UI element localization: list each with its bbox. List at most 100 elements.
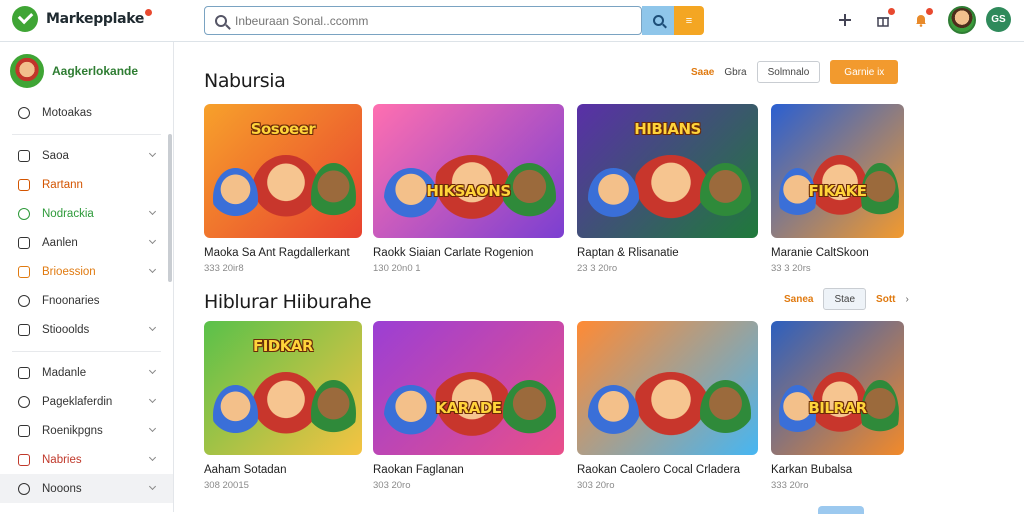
doc-icon xyxy=(18,323,30,336)
game-card[interactable]: HIBIANS Raptan & Rlisanatie 23 3 20ro xyxy=(577,104,758,274)
sidebar-item-11[interactable]: Nabries xyxy=(0,445,173,474)
chevron-down-icon xyxy=(148,482,157,491)
search-icon xyxy=(215,14,227,27)
search-input[interactable] xyxy=(235,13,615,28)
section-2-next-icon[interactable]: › xyxy=(906,294,909,305)
game-meta: 130 20n0 1 xyxy=(373,263,421,274)
sidebar-item-4[interactable]: Aanlen xyxy=(0,228,173,257)
sidebar: Aagkerlokande Motoakas Saoa Rartann Nodrack… xyxy=(0,42,174,512)
character-art xyxy=(213,168,258,229)
top-bar: Markepplake ≡ GS xyxy=(0,0,1024,42)
character-art xyxy=(587,385,639,446)
sidebar-item-8[interactable]: Madanle xyxy=(0,358,173,387)
character-art xyxy=(311,379,356,447)
logo-check-icon xyxy=(12,6,38,32)
game-card[interactable]: Sosoeer Maoka Sa Ant Ragdallerkant 333 20i… xyxy=(204,104,362,274)
game-card[interactable]: KARADE Raokan Faglanan 303 20ro xyxy=(373,321,564,491)
game-title[interactable]: Karkan Bubalsa xyxy=(771,464,904,476)
game-card[interactable]: FIDKAR Aaham Sotadan 308 20015 xyxy=(204,321,362,491)
user-icon xyxy=(18,294,30,307)
filter-button[interactable]: ≡ xyxy=(674,6,704,35)
app-logo[interactable]: Markepplake xyxy=(12,6,152,32)
app-name: Markepplake xyxy=(46,11,145,27)
sidebar-item-label: Pageklaferdin xyxy=(42,395,113,408)
section-1-link-gbra[interactable]: Gbra xyxy=(724,67,746,78)
game-title[interactable]: Raptan & Rlisanatie xyxy=(577,247,758,259)
section-2-ghost-button[interactable]: Stae xyxy=(823,288,867,310)
box-icon xyxy=(18,178,30,191)
history-icon xyxy=(18,395,30,408)
alert-icon xyxy=(18,366,30,379)
chat-icon xyxy=(18,236,30,249)
game-title[interactable]: Aaham Sotadan xyxy=(204,464,362,476)
coin-icon xyxy=(18,265,30,278)
character-art xyxy=(311,162,356,230)
sidebar-item-1[interactable]: Saoa xyxy=(0,141,173,170)
sidebar-item-12[interactable]: Nooons xyxy=(0,474,173,503)
sidebar-divider xyxy=(12,344,161,352)
section-2-actions: Sanea Stae Sott › xyxy=(784,288,909,310)
game-thumbnail[interactable]: BILRAR xyxy=(771,321,904,455)
game-thumbnail[interactable]: HIKSAONS xyxy=(373,104,564,238)
sidebar-item-label: Fnoonaries xyxy=(42,294,100,307)
calendar-icon xyxy=(18,453,30,466)
game-thumbnail[interactable] xyxy=(577,321,758,455)
account-chip[interactable]: GS xyxy=(986,7,1011,32)
chevron-down-icon xyxy=(148,424,157,433)
game-thumbnail[interactable]: FIDKAR xyxy=(204,321,362,455)
bell-badge xyxy=(926,8,933,15)
gift-icon[interactable] xyxy=(874,8,895,29)
section-1-primary-button[interactable]: Garnie ix xyxy=(830,60,899,84)
sidebar-item-label: Motoakas xyxy=(42,106,92,119)
game-meta: 333 20ir8 xyxy=(204,263,244,274)
game-title[interactable]: Maranie CaltSkoon xyxy=(771,247,904,259)
game-title[interactable]: Raokan Caolero Cocal Crladera xyxy=(577,464,758,476)
sidebar-item-9[interactable]: Pageklaferdin xyxy=(0,387,173,416)
sidebar-item-7[interactable]: Stiooolds xyxy=(0,315,173,344)
game-logo-text: BILRAR xyxy=(808,398,867,417)
game-card[interactable]: FIKAKE Maranie CaltSkoon 33 3 20rs xyxy=(771,104,904,274)
sidebar-item-2[interactable]: Rartann xyxy=(0,170,173,199)
add-icon[interactable] xyxy=(836,11,854,29)
character-art xyxy=(587,168,639,229)
sidebar-item-6[interactable]: Fnoonaries xyxy=(0,286,173,315)
filter-icon: ≡ xyxy=(685,14,693,27)
user-avatar[interactable] xyxy=(948,6,976,34)
search-button[interactable] xyxy=(642,6,674,35)
sidebar-item-0[interactable]: Motoakas xyxy=(0,98,173,127)
sidebar-item-3[interactable]: Nodrackia xyxy=(0,199,173,228)
game-card[interactable]: Raokan Caolero Cocal Crladera 303 20ro xyxy=(577,321,758,491)
clock-icon xyxy=(18,106,30,119)
gift-badge xyxy=(888,8,895,15)
sidebar-divider xyxy=(12,127,161,135)
section-2-link-sanea[interactable]: Sanea xyxy=(784,294,813,305)
chevron-down-icon xyxy=(148,366,157,375)
game-thumbnail[interactable]: KARADE xyxy=(373,321,564,455)
game-title[interactable]: Raokk Siaian Carlate Rogenion xyxy=(373,247,564,259)
mail-icon xyxy=(18,424,30,437)
sidebar-item-5[interactable]: Brioession xyxy=(0,257,173,286)
floating-pill[interactable] xyxy=(818,506,864,514)
profile[interactable]: Aagkerlokande xyxy=(10,54,138,88)
game-card[interactable]: HIKSAONS Raokk Siaian Carlate Rogenion 130… xyxy=(373,104,564,274)
game-meta: 308 20015 xyxy=(204,480,249,491)
game-card[interactable]: BILRAR Karkan Bubalsa 333 20ro xyxy=(771,321,904,491)
game-title[interactable]: Maoka Sa Ant Ragdallerkant xyxy=(204,247,362,259)
game-title[interactable]: Raokan Faglanan xyxy=(373,464,564,476)
sidebar-scrollbar[interactable] xyxy=(168,134,172,282)
bell-icon[interactable] xyxy=(912,8,933,29)
section-1-link-save[interactable]: Saae xyxy=(691,67,714,78)
section-1-ghost-button[interactable]: Solmnalo xyxy=(756,61,821,83)
game-thumbnail[interactable]: HIBIANS xyxy=(577,104,758,238)
sidebar-item-label: Madanle xyxy=(42,366,87,379)
game-logo-text: HIBIANS xyxy=(634,120,701,139)
game-meta: 333 20ro xyxy=(771,480,809,491)
game-thumbnail[interactable]: Sosoeer xyxy=(204,104,362,238)
sidebar-item-label: Nabries xyxy=(42,453,82,466)
sidebar-item-label: Rartann xyxy=(42,178,83,191)
game-meta: 33 3 20rs xyxy=(771,263,811,274)
game-thumbnail[interactable]: FIKAKE xyxy=(771,104,904,238)
sidebar-item-10[interactable]: Roenikpgns xyxy=(0,416,173,445)
section-2-link-sott[interactable]: Sott xyxy=(876,294,895,305)
chevron-down-icon xyxy=(148,453,157,462)
